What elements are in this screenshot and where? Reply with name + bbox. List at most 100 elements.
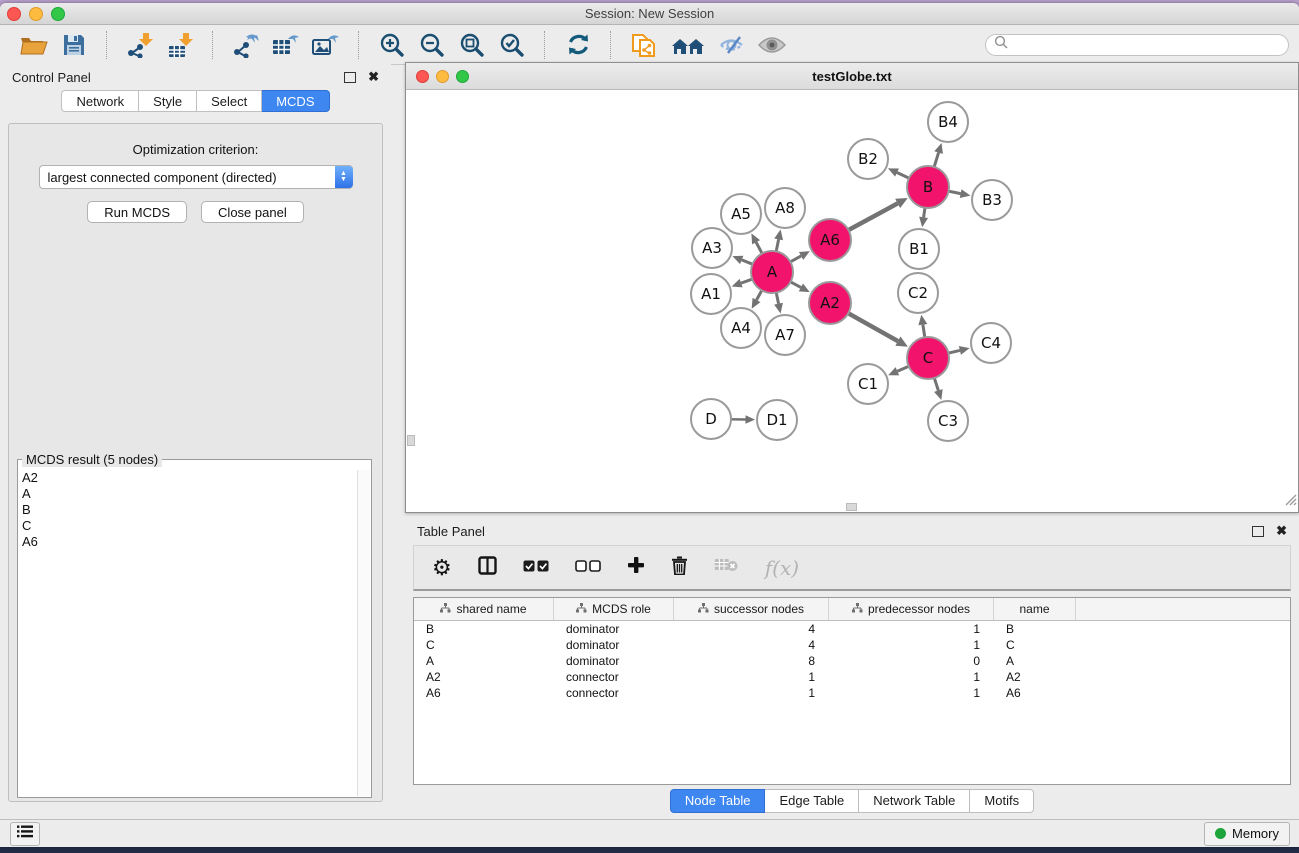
column-visibility-button[interactable] [478,556,497,580]
run-mcds-button[interactable]: Run MCDS [87,201,187,223]
table-cell[interactable]: A2 [994,669,1076,685]
close-panel-icon[interactable]: ✖ [368,72,379,82]
table-cell[interactable]: C [414,637,554,653]
column-header-MCDS-role[interactable]: MCDS role [554,598,674,620]
network-close-button[interactable] [416,70,429,83]
hide-graphics-details-button[interactable] [715,30,749,60]
dropdown-stepper-icon: ▲▼ [335,166,353,188]
function-builder-button[interactable]: f(x) [765,556,799,580]
tab-edge-table[interactable]: Edge Table [765,789,859,813]
table-cell[interactable]: A [994,653,1076,669]
deselect-all-button[interactable] [575,559,601,577]
tab-select[interactable]: Select [197,90,262,112]
refresh-button[interactable] [561,30,595,60]
zoom-fit-button[interactable] [455,30,489,60]
tab-style[interactable]: Style [139,90,197,112]
close-window-button[interactable] [7,7,21,21]
float-table-panel-icon[interactable] [1252,526,1264,537]
result-scrollbar[interactable] [357,470,370,796]
create-column-button[interactable] [627,556,645,579]
column-header-predecessor-nodes[interactable]: predecessor nodes [829,598,994,620]
table-row[interactable]: Adominator80A [414,653,1290,669]
table-cell[interactable]: B [414,621,554,637]
zoom-selected-button[interactable] [495,30,529,60]
table-cell[interactable]: A2 [414,669,554,685]
task-history-button[interactable] [10,822,40,846]
network-canvas[interactable]: B4B2BB3B1A5A8A6A3AA1A4A7A2C2CC4C1C3DD1 [406,90,1298,512]
horizontal-scroll-indicator[interactable] [846,503,857,511]
column-header-shared-name[interactable]: shared name [414,598,554,620]
table-cell[interactable]: A6 [994,685,1076,701]
optimization-criterion-select[interactable]: largest connected component (directed) ▲… [39,165,353,189]
clone-network-button[interactable] [627,30,661,60]
table-row[interactable]: Cdominator41C [414,637,1290,653]
table-cell[interactable]: B [994,621,1076,637]
tab-network[interactable]: Network [61,90,139,112]
select-all-button[interactable] [523,559,549,577]
zoom-out-button[interactable] [415,30,449,60]
table-cell[interactable]: dominator [554,653,674,669]
network-zoom-button[interactable] [456,70,469,83]
table-row[interactable]: A2connector11A2 [414,669,1290,685]
export-network-button[interactable] [229,30,263,60]
table-cell[interactable]: connector [554,669,674,685]
column-header-name[interactable]: name [994,598,1076,620]
column-header-successor-nodes[interactable]: successor nodes [674,598,829,620]
delete-column-button[interactable] [671,556,688,580]
table-cell[interactable]: 8 [674,653,829,669]
show-graphics-details-button[interactable] [755,30,789,60]
result-item[interactable]: A2 [22,470,357,486]
table-cell[interactable]: 1 [829,621,994,637]
column-header-label: predecessor nodes [868,602,970,616]
float-panel-icon[interactable] [344,72,356,83]
zoom-window-button[interactable] [51,7,65,21]
graph-edge-A6-B[interactable] [847,203,898,231]
result-item[interactable]: A6 [22,534,357,550]
table-cell[interactable]: connector [554,685,674,701]
table-cell[interactable]: 4 [674,637,829,653]
close-panel-button[interactable]: Close panel [201,201,304,223]
table-cell[interactable]: 4 [674,621,829,637]
network-window-titlebar[interactable]: testGlobe.txt [406,63,1298,90]
import-table-button[interactable] [163,30,197,60]
table-cell[interactable]: C [994,637,1076,653]
table-cell[interactable]: 1 [674,685,829,701]
tab-motifs[interactable]: Motifs [970,789,1034,813]
memory-button[interactable]: Memory [1204,822,1290,846]
table-cell[interactable]: dominator [554,621,674,637]
table-row[interactable]: A6connector11A6 [414,685,1290,701]
resize-grip-icon[interactable] [1284,493,1297,511]
table-settings-button[interactable]: ⚙ [432,557,452,579]
open-session-button[interactable] [17,30,51,60]
graph-edge-A2-C[interactable] [847,312,898,341]
search-field[interactable] [985,34,1289,56]
table-cell[interactable]: A [414,653,554,669]
network-minimize-button[interactable] [436,70,449,83]
table-cell[interactable]: 1 [829,637,994,653]
table-cell[interactable]: 1 [829,685,994,701]
table-row[interactable]: Bdominator41B [414,621,1290,637]
zoom-in-button[interactable] [375,30,409,60]
tab-network-table[interactable]: Network Table [859,789,970,813]
result-item[interactable]: C [22,518,357,534]
minimize-window-button[interactable] [29,7,43,21]
export-table-button[interactable] [269,30,303,60]
table-cell[interactable]: dominator [554,637,674,653]
result-item[interactable]: B [22,502,357,518]
mcds-result-list[interactable]: A2ABCA6 [22,470,357,796]
control-panel: Control Panel ✖ NetworkStyleSelectMCDS O… [0,64,391,820]
delete-table-button[interactable] [714,557,739,578]
tab-mcds[interactable]: MCDS [262,90,329,112]
close-table-panel-icon[interactable]: ✖ [1276,526,1287,536]
table-cell[interactable]: 0 [829,653,994,669]
tab-node-table[interactable]: Node Table [670,789,766,813]
table-cell[interactable]: A6 [414,685,554,701]
vertical-scroll-indicator[interactable] [407,435,415,446]
result-item[interactable]: A [22,486,357,502]
table-cell[interactable]: 1 [674,669,829,685]
save-session-button[interactable] [57,30,91,60]
import-network-button[interactable] [123,30,157,60]
export-image-button[interactable] [309,30,343,60]
table-cell[interactable]: 1 [829,669,994,685]
home-layout-button[interactable] [667,30,709,60]
